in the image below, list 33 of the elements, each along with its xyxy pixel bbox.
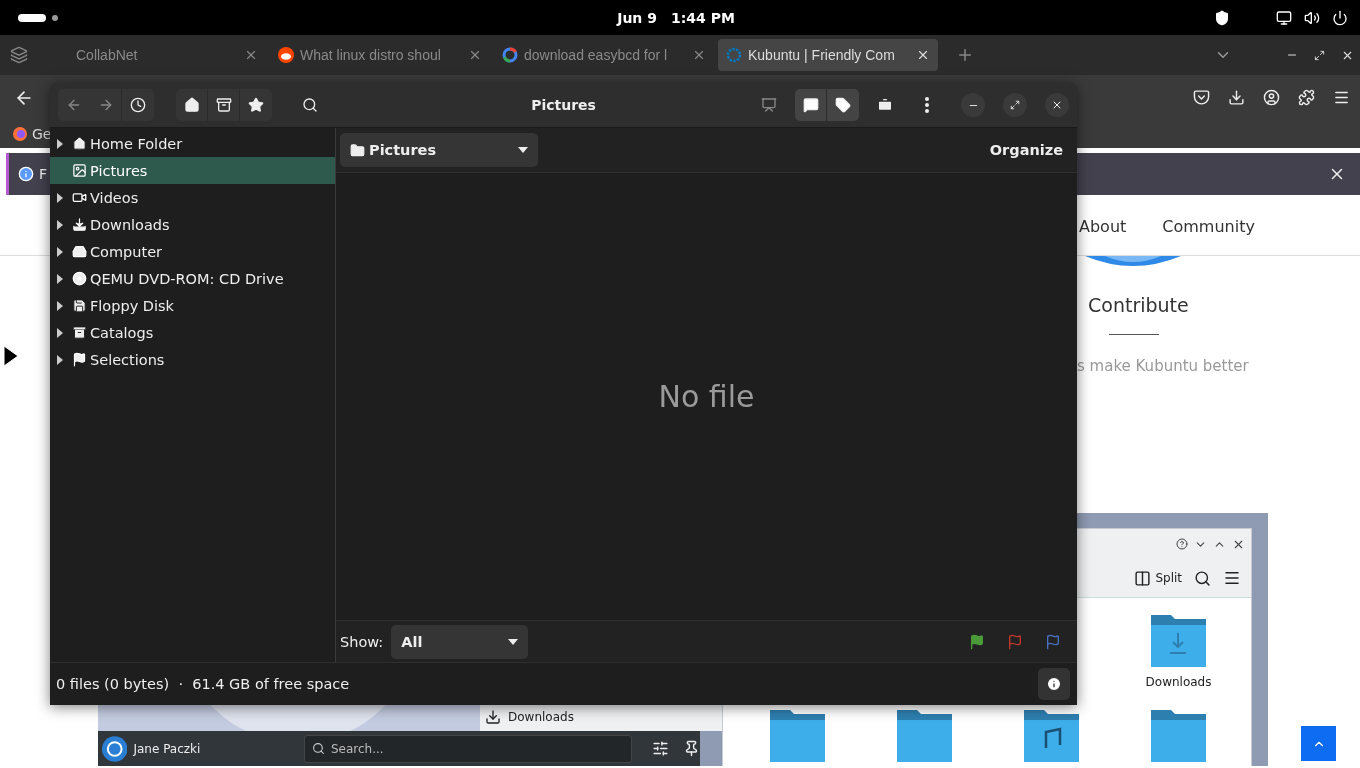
nav-link[interactable]: Community — [1162, 217, 1255, 236]
tagline-text: s make Kubuntu better — [1077, 357, 1250, 375]
sidebar-item[interactable]: Downloads — [50, 211, 335, 238]
sidebar-item[interactable]: Selections — [50, 346, 335, 373]
browser-tab[interactable]: What linux distro shoul — [270, 39, 490, 71]
browser-tab[interactable]: download easybcd for l — [494, 39, 714, 71]
sidebar-item[interactable]: Catalogs — [50, 319, 335, 346]
status-text: 0 files (0 bytes) · 61.4 GB of free space — [56, 676, 350, 692]
show-label: Show: — [340, 633, 384, 650]
location-dropdown[interactable]: Pictures — [340, 133, 538, 167]
user-name: Jane Paczki — [133, 741, 202, 756]
browser-tab[interactable]: CollabNet — [46, 39, 266, 71]
search-field[interactable]: Search... — [304, 734, 632, 763]
sidebar-item[interactable]: Home Folder — [50, 130, 335, 157]
notification-text: F — [39, 166, 48, 182]
organize-button[interactable]: Organize — [989, 142, 1063, 158]
sidebar-item[interactable]: Computer — [50, 238, 335, 265]
nav-link[interactable]: About — [1079, 217, 1127, 236]
date-text[interactable]: Jun 9 — [617, 9, 657, 26]
sidebar-item[interactable]: Videos — [50, 184, 335, 211]
sidebar-item[interactable]: Floppy Disk — [50, 292, 335, 319]
time-text[interactable]: 1:44 PM — [670, 9, 735, 26]
sidebar-item[interactable]: QEMU DVD-ROM: CD Drive — [50, 265, 335, 292]
folder-label: Downloads — [1145, 675, 1212, 689]
browser-tab[interactable]: Kubuntu | Friendly Com — [718, 39, 938, 71]
menu-item[interactable]: Downloads — [485, 709, 574, 725]
split-button[interactable]: Split — [1134, 569, 1182, 587]
sidebar-item[interactable]: Pictures — [50, 157, 335, 184]
section-heading: Contribute — [1087, 294, 1190, 316]
empty-message: No file — [658, 379, 755, 414]
filter-dropdown[interactable]: All — [391, 624, 529, 659]
bookmark-link[interactable]: Ge — [32, 126, 52, 142]
window-title: Pictures — [531, 97, 596, 113]
